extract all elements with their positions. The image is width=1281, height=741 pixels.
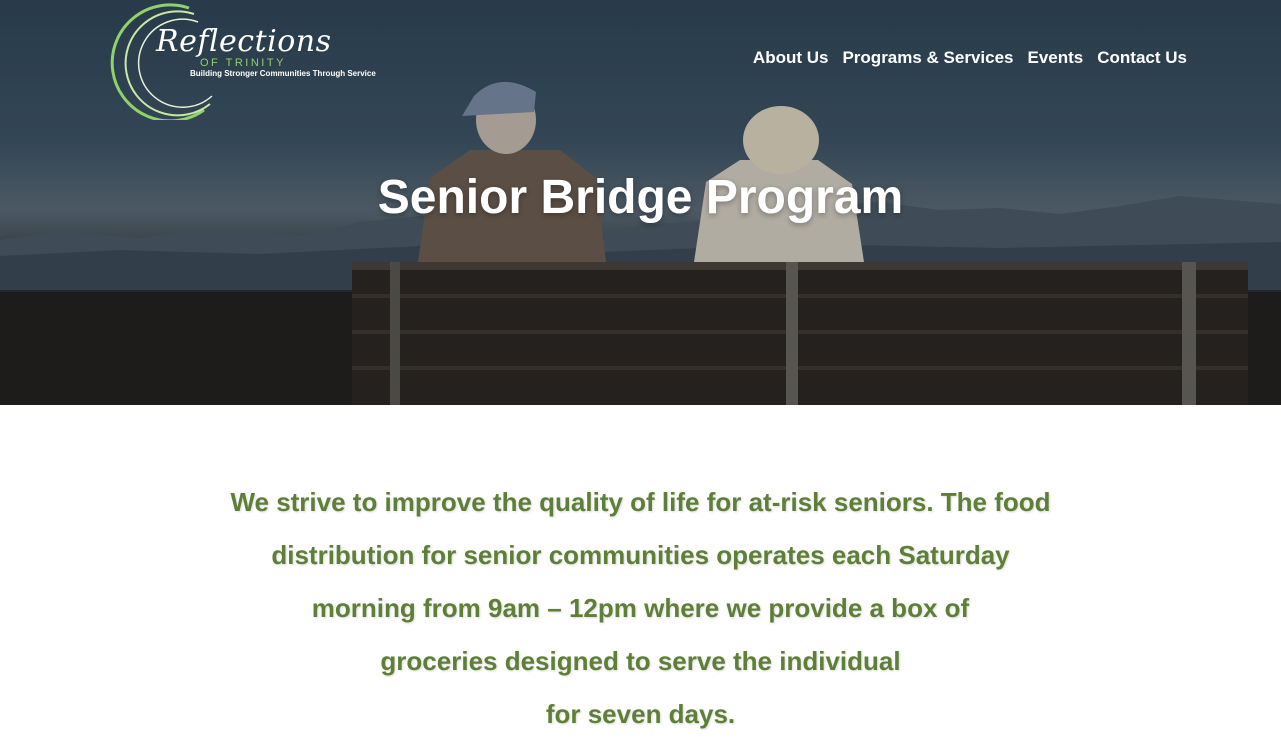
description-line: We strive to improve the quality of life… (230, 487, 1051, 517)
nav-item-contact-us[interactable]: Contact Us (1097, 48, 1187, 68)
nav-item-about-us[interactable]: About Us (753, 48, 829, 68)
description-line: morning from 9am – 12pm where we provide… (311, 593, 970, 623)
page-title: Senior Bridge Program (377, 171, 904, 224)
site-header: Reflections OF TRINITY Building Stronger… (0, 0, 1281, 120)
site-logo[interactable]: Reflections OF TRINITY Building Stronger… (94, 0, 376, 120)
description-line: for seven days. (545, 699, 736, 729)
hero-banner: Reflections OF TRINITY Building Stronger… (0, 0, 1281, 405)
main-navigation: About Us Programs & Services Events Cont… (753, 48, 1187, 68)
description-line: distribution for senior communities oper… (271, 540, 1010, 570)
nav-item-events[interactable]: Events (1028, 48, 1084, 68)
description-text: We strive to improve the quality of life… (201, 476, 1081, 741)
logo-subtitle: OF TRINITY (200, 57, 286, 69)
logo-title: Reflections (156, 24, 332, 59)
description-line: groceries designed to serve the individu… (380, 646, 901, 676)
nav-item-programs-services[interactable]: Programs & Services (842, 48, 1013, 68)
program-description: We strive to improve the quality of life… (0, 405, 1281, 741)
logo-tagline: Building Stronger Communities Through Se… (190, 69, 376, 78)
